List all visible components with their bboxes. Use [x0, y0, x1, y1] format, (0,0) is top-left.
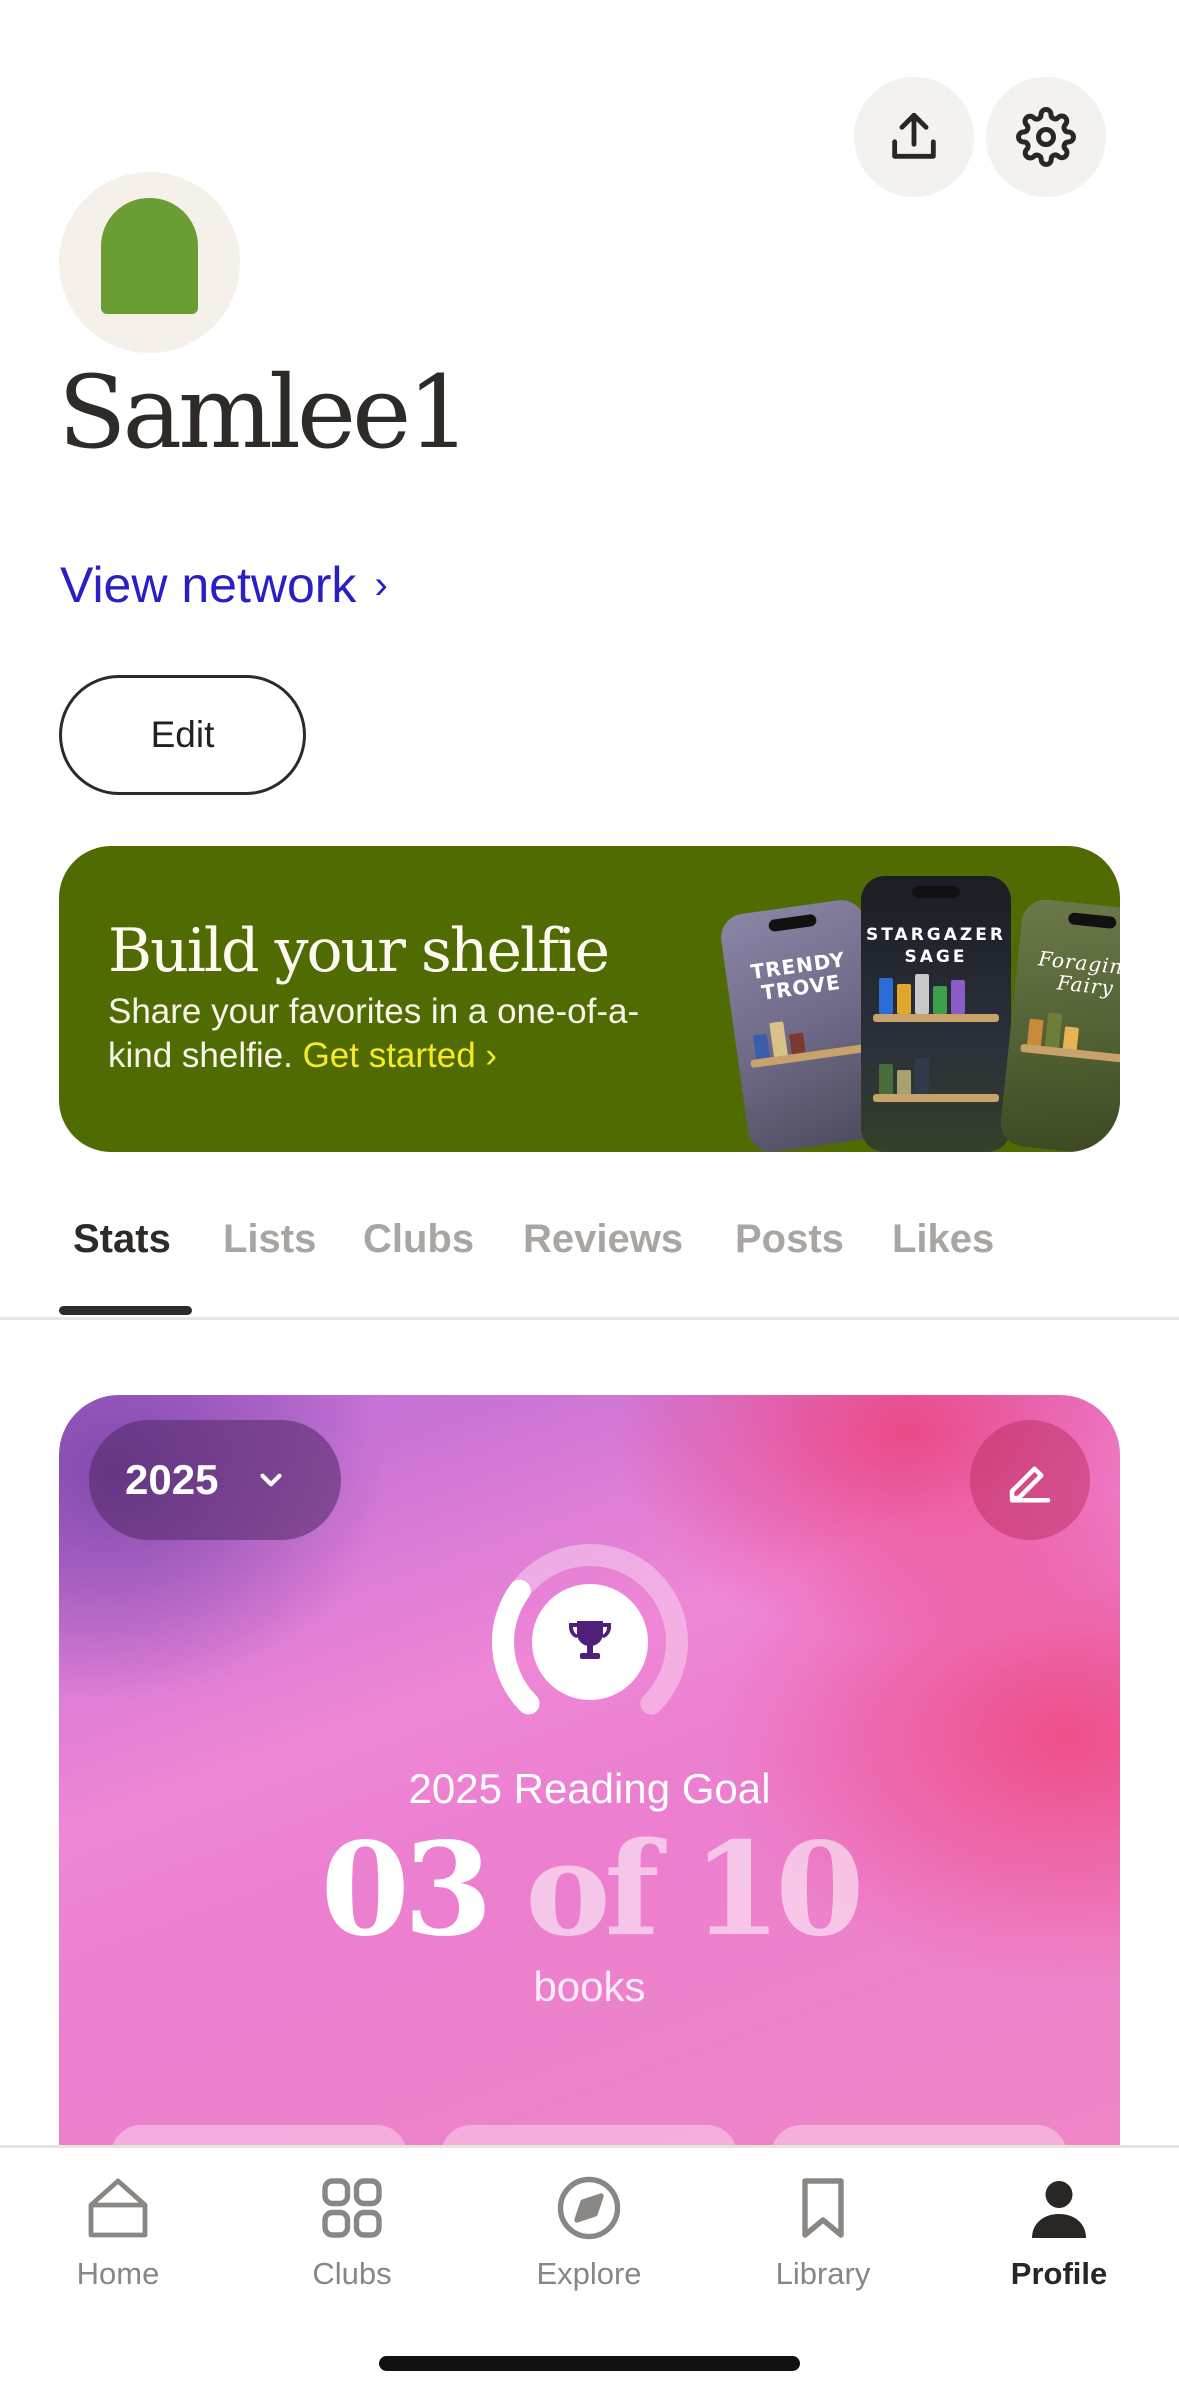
nav-profile[interactable]: Profile: [969, 2172, 1149, 2292]
share-upload-icon: [892, 112, 936, 159]
avatar-beanie-icon: [101, 198, 198, 314]
bookmark-icon: [802, 2178, 844, 2238]
goal-title: 2025 Reading Goal: [408, 1765, 771, 1812]
nav-library[interactable]: Library: [733, 2172, 913, 2292]
gear-icon: [1016, 107, 1076, 167]
phone-title: STARGAZER SAGE: [866, 925, 1006, 967]
view-network-label: View network: [60, 557, 357, 613]
compass-icon: [557, 2176, 621, 2240]
chevron-right-icon: ›: [374, 562, 388, 607]
nav-library-label: Library: [775, 2256, 871, 2291]
shelfie-phone-preview: Foraging Fairy: [998, 897, 1120, 1152]
avatar[interactable]: [59, 172, 240, 353]
shelfie-banner[interactable]: Build your shelfie Share your favorites …: [59, 846, 1120, 1152]
person-icon: [1032, 2181, 1086, 2238]
year-selector[interactable]: 2025: [89, 1420, 341, 1540]
active-tab-indicator: [59, 1306, 192, 1315]
reading-goal-card: 2025 2025 Reading Goal 03 of 10 books: [59, 1395, 1120, 2155]
edit-goal-button[interactable]: [970, 1420, 1090, 1540]
settings-button[interactable]: [986, 77, 1106, 197]
tab-likes[interactable]: Likes: [892, 1217, 994, 1262]
view-network-link[interactable]: View network ›: [60, 556, 388, 614]
shelfie-phone-preview: STARGAZER SAGE: [861, 876, 1011, 1152]
tab-posts[interactable]: Posts: [735, 1217, 844, 1262]
nav-explore[interactable]: Explore: [499, 2172, 679, 2292]
phone-title: Foraging Fairy: [1037, 946, 1120, 1001]
goal-unit: books: [533, 1963, 646, 2010]
pencil-icon: [1009, 1466, 1051, 1503]
nav-home[interactable]: Home: [28, 2172, 208, 2292]
edit-profile-button[interactable]: Edit: [59, 675, 306, 795]
books-read-count: 03: [320, 1815, 493, 1965]
tab-stats[interactable]: Stats: [73, 1217, 171, 1262]
nav-clubs-label: Clubs: [312, 2256, 392, 2291]
profile-tabs: Stats Lists Clubs Reviews Posts Likes: [0, 1195, 1179, 1320]
nav-explore-label: Explore: [536, 2256, 642, 2291]
goal-count: 03 of 10: [59, 1815, 1120, 1965]
page-title: Samlee1: [58, 354, 471, 471]
nav-profile-label: Profile: [1010, 2256, 1108, 2291]
tab-reviews[interactable]: Reviews: [523, 1217, 683, 1262]
book-stack: [879, 1058, 929, 1096]
clubs-grid-icon: [322, 2178, 382, 2238]
year-selector-label: 2025: [125, 1456, 219, 1503]
book-stack: [879, 974, 965, 1014]
chevron-down-icon: [260, 1473, 283, 1487]
share-button[interactable]: [854, 77, 974, 197]
home-icon: [88, 2178, 148, 2238]
tab-clubs[interactable]: Clubs: [363, 1217, 474, 1262]
goal-progress-ring: [492, 1544, 688, 1740]
phone-title: TRENDY TROVE: [749, 947, 847, 1005]
goal-target: of 10: [486, 1815, 864, 1965]
get-started-link[interactable]: Get started ›: [303, 1036, 498, 1075]
shelfie-description: Share your favorites in a one-of-a-kind …: [108, 990, 668, 1078]
nav-home-label: Home: [76, 2256, 160, 2291]
home-indicator: [379, 2356, 800, 2371]
tab-lists[interactable]: Lists: [223, 1217, 316, 1262]
shelfie-title: Build your shelfie: [108, 916, 610, 986]
nav-clubs[interactable]: Clubs: [262, 2172, 442, 2292]
